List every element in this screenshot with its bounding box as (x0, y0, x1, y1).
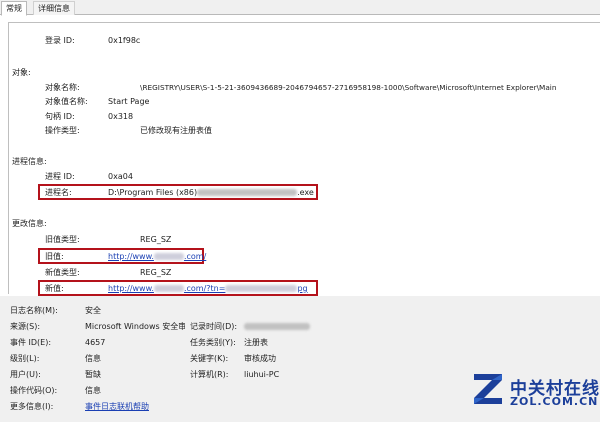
redacted-old-domain (153, 253, 184, 260)
object-value-name-label: 对象值名称: (45, 97, 88, 106)
redacted-new-domain (153, 285, 184, 292)
keywords-value[interactable]: 审核成功 (244, 354, 276, 364)
source-label: 来源(S): (10, 322, 41, 331)
tab-details[interactable]: 详细信息 (33, 1, 75, 15)
opcode-label: 操作代码(O): (10, 386, 58, 395)
handle-id-value: 0x318 (108, 112, 134, 121)
object-value-name-value: Start Page (108, 97, 150, 106)
tab-general[interactable]: 常规 (1, 1, 27, 16)
new-value-link[interactable]: http://www. .com/?tn= pg (108, 284, 308, 294)
level-label: 级别(L): (10, 354, 40, 363)
log-name-value[interactable]: 安全 (85, 306, 101, 316)
redacted-logged-time (244, 323, 310, 330)
event-id-label: 事件 ID(E): (10, 338, 52, 347)
change-section-heading: 更改信息: (12, 219, 47, 228)
new-value-label: 新值: (45, 284, 64, 293)
login-id-label: 登录 ID: (45, 36, 75, 45)
old-value-label: 旧值: (45, 252, 64, 261)
user-label: 用户(U): (10, 370, 41, 379)
opcode-value[interactable]: 信息 (85, 386, 101, 396)
log-name-label: 日志名称(M): (10, 306, 58, 315)
old-value-type-value: REG_SZ (140, 235, 172, 244)
process-id-value: 0xa04 (108, 172, 133, 181)
computer-value[interactable]: liuhui-PC (244, 370, 279, 380)
tab-strip: 常规 详细信息 (0, 0, 600, 16)
new-value-type-value: REG_SZ (140, 268, 172, 277)
online-help-link[interactable]: 事件日志联机帮助 (85, 402, 149, 412)
source-value[interactable]: Microsoft Windows 安全审 (85, 322, 185, 332)
logged-time-label: 记录时间(D): (190, 322, 238, 331)
object-name-value: \REGISTRY\USER\S-1-5-21-3609436689-20467… (140, 83, 557, 92)
operation-type-value: 已修改现有注册表值 (140, 126, 212, 135)
old-value-type-label: 旧值类型: (45, 235, 80, 244)
user-value[interactable]: 暂缺 (85, 370, 101, 380)
logged-time-value[interactable] (244, 322, 310, 332)
redacted-process-path (197, 189, 298, 196)
keywords-label: 关键字(K): (190, 354, 229, 363)
task-category-label: 任务类别(Y): (190, 338, 236, 347)
handle-id-label: 句柄 ID: (45, 112, 75, 121)
object-section-heading: 对象: (12, 68, 31, 77)
computer-label: 计算机(R): (190, 370, 229, 379)
redacted-new-query (225, 285, 298, 292)
level-value[interactable]: 信息 (85, 354, 101, 364)
object-name-label: 对象名称: (45, 83, 80, 92)
zol-logo-icon (474, 374, 502, 404)
login-id-value: 0x1f98c (108, 36, 141, 45)
operation-type-label: 操作类型: (45, 126, 80, 135)
task-category-value[interactable]: 注册表 (244, 338, 268, 348)
process-name-value: D:\Program Files (x86) .exe (108, 188, 314, 197)
event-id-value[interactable]: 4657 (85, 338, 105, 348)
new-value-type-label: 新值类型: (45, 268, 80, 277)
process-section-heading: 进程信息: (12, 157, 47, 166)
more-info-label: 更多信息(I): (10, 402, 54, 411)
process-id-label: 进程 ID: (45, 172, 75, 181)
watermark-brand-en: ZOL.COM.CN (510, 395, 599, 408)
process-name-label: 进程名: (45, 188, 72, 197)
old-value-link[interactable]: http://www. .com/ (108, 252, 206, 262)
